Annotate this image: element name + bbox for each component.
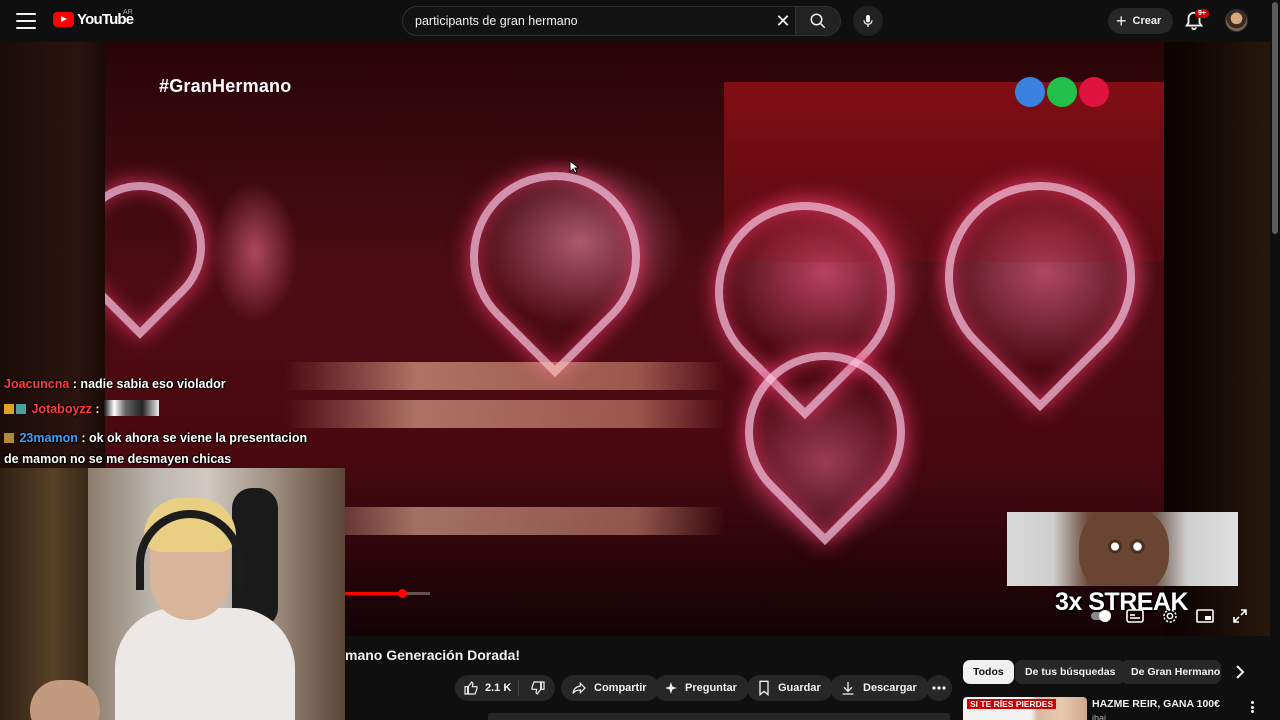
share-label: Compartir	[594, 682, 647, 694]
chip-from-channel[interactable]: De Gran Hermano A	[1121, 660, 1221, 684]
chips-next-button[interactable]	[1230, 662, 1250, 682]
like-count: 2.1 K	[485, 682, 512, 694]
chip-all[interactable]: Todos	[963, 660, 1014, 684]
recommendation-menu-button[interactable]	[1246, 699, 1258, 715]
settings-button[interactable]	[1159, 605, 1181, 627]
webcam-person-body	[115, 608, 295, 720]
autoplay-toggle[interactable]	[1090, 605, 1112, 627]
chat-text: de mamon no se me desmayen chicas	[4, 452, 232, 466]
progress-bar-played	[345, 592, 402, 595]
clear-search-icon[interactable]: ✕	[772, 10, 794, 32]
chat-text: : ok ok ahora se viene la presentacion	[81, 431, 308, 445]
gear-icon	[1163, 609, 1177, 623]
chat-message: 23mamon : ok ok ahora se viene la presen…	[4, 428, 307, 449]
streamer-webcam	[0, 468, 345, 720]
chat-text: : nadie sabia eso violador	[72, 377, 226, 391]
chip-label: Todos	[973, 666, 1004, 678]
thumbs-down-icon	[531, 681, 545, 695]
chat-message: Jotaboyzz :	[4, 399, 160, 420]
progress-scrubber-handle[interactable]	[398, 589, 407, 598]
thumbnail-text: SI TE RÍES PIERDES	[967, 699, 1057, 709]
miniplayer-button[interactable]	[1194, 605, 1216, 627]
create-label: Crear	[1132, 15, 1162, 27]
video-frame-decor	[285, 507, 725, 535]
create-button[interactable]: + Crear	[1108, 8, 1174, 34]
account-avatar[interactable]	[1225, 9, 1248, 32]
recommendation-channel[interactable]: ibai	[1092, 713, 1106, 720]
chip-label: De Gran Hermano A	[1131, 666, 1221, 678]
video-overlay-hashtag: #GranHermano	[159, 76, 292, 96]
search-icon	[810, 13, 826, 29]
more-horizontal-icon	[932, 686, 946, 690]
video-title: mano Generación Dorada!	[345, 647, 521, 663]
meme-face	[1079, 512, 1169, 586]
sub-badge-icon	[4, 433, 14, 443]
download-icon	[842, 682, 854, 695]
chip-label: De tus búsquedas	[1025, 666, 1116, 678]
youtube-play-icon	[53, 12, 74, 27]
video-frame-decor	[434, 136, 676, 378]
ask-button[interactable]: Preguntar	[654, 675, 749, 701]
chat-text: :	[95, 402, 100, 416]
channel-logo-dot-blue	[1015, 77, 1045, 107]
dislike-button[interactable]	[524, 675, 552, 701]
like-divider	[518, 680, 519, 696]
fullscreen-button[interactable]	[1229, 605, 1251, 627]
autoplay-toggle-icon	[1091, 610, 1111, 622]
video-frame-decor	[105, 155, 232, 339]
recommendation-thumbnail[interactable]: SI TE RÍES PIERDES	[963, 697, 1087, 720]
save-button[interactable]: Guardar	[747, 675, 833, 701]
notifications-badge: 9+	[1195, 9, 1209, 18]
search-button[interactable]	[795, 6, 841, 36]
miniplayer-icon	[1196, 609, 1214, 623]
thumbs-up-icon	[464, 681, 478, 695]
save-label: Guardar	[778, 682, 821, 694]
sub-badge-icon	[16, 404, 26, 414]
download-label: Descargar	[863, 682, 917, 694]
page-scrollbar-thumb[interactable]	[1272, 2, 1278, 234]
video-frame-decor	[285, 400, 725, 428]
plus-icon: +	[1116, 11, 1127, 31]
sparkle-icon	[665, 682, 677, 694]
chevron-right-icon	[1236, 665, 1245, 679]
like-button[interactable]: 2.1 K	[455, 675, 511, 701]
mouse-cursor-icon	[569, 160, 579, 174]
chat-emote-image	[103, 400, 160, 416]
bookmark-icon	[759, 680, 769, 696]
chat-message: Joacuncna : nadie sabia eso violador	[4, 374, 226, 395]
webcam-hand	[30, 680, 100, 720]
youtube-logo[interactable]: YouTube	[53, 11, 134, 28]
more-actions-button[interactable]	[926, 675, 952, 701]
ask-label: Preguntar	[685, 682, 737, 694]
share-button[interactable]: Compartir	[561, 675, 659, 701]
subtitles-button[interactable]	[1124, 605, 1146, 627]
country-code: AR	[123, 9, 133, 16]
fullscreen-icon	[1233, 609, 1247, 623]
channel-logo-dot-green	[1047, 77, 1077, 107]
chat-username: 23mamon	[19, 431, 78, 445]
gift-badge-icon	[4, 404, 14, 414]
chat-message-continuation: de mamon no se me desmayen chicas	[4, 449, 231, 470]
subtitles-icon	[1126, 609, 1144, 623]
chat-username: Jotaboyzz	[31, 402, 92, 416]
description-box[interactable]	[488, 713, 950, 720]
search-input[interactable]: participants de gran hermano	[402, 6, 795, 36]
download-button[interactable]: Descargar	[830, 675, 929, 701]
menu-icon[interactable]	[14, 10, 38, 32]
recommendation-title[interactable]: HAZME REIR, GANA 100€	[1092, 698, 1220, 710]
voice-search-button[interactable]	[853, 6, 883, 36]
search-query: participants de gran hermano	[415, 14, 578, 28]
meme-overlay-image	[1007, 512, 1238, 586]
chat-username: Joacuncna	[4, 377, 70, 391]
share-icon	[572, 681, 586, 695]
microphone-icon	[863, 15, 873, 27]
chip-from-searches[interactable]: De tus búsquedas	[1015, 660, 1126, 684]
channel-logo-dot-red	[1079, 77, 1109, 107]
video-frame-decor	[285, 362, 725, 390]
